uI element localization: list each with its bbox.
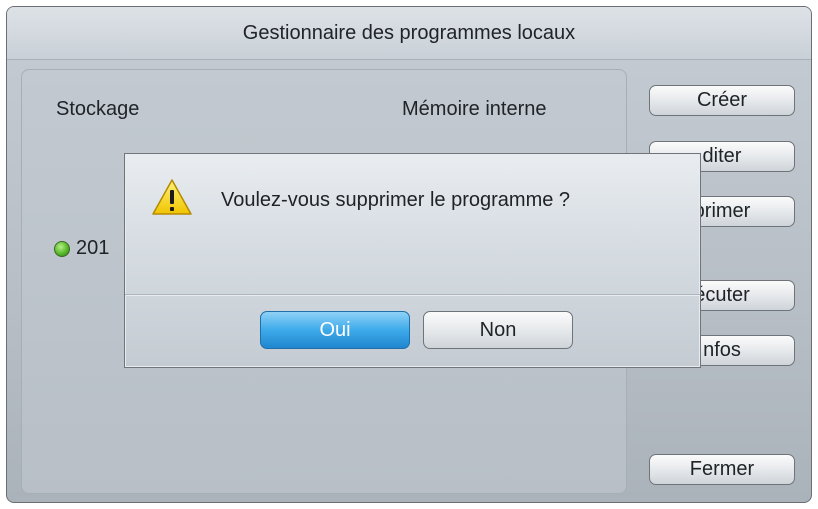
no-button[interactable]: Non (423, 311, 573, 349)
confirm-delete-dialog: Voulez-vous supprimer le programme ? Oui… (124, 153, 701, 368)
status-led-icon (54, 240, 70, 257)
list-item[interactable]: 201 (54, 237, 109, 260)
program-manager-window: Gestionnaire des programmes locaux Stock… (6, 6, 812, 503)
dialog-message: Voulez-vous supprimer le programme ? (221, 189, 571, 211)
dialog-divider (125, 294, 700, 296)
storage-label: Stockage (56, 98, 140, 120)
yes-button[interactable]: Oui (260, 311, 410, 349)
create-button[interactable]: Créer (649, 85, 795, 116)
storage-value: Mémoire interne (402, 98, 547, 120)
list-item-label: 201 (76, 237, 110, 259)
warning-icon (152, 179, 192, 215)
window-title: Gestionnaire des programmes locaux (7, 7, 811, 60)
close-button[interactable]: Fermer (649, 454, 795, 485)
